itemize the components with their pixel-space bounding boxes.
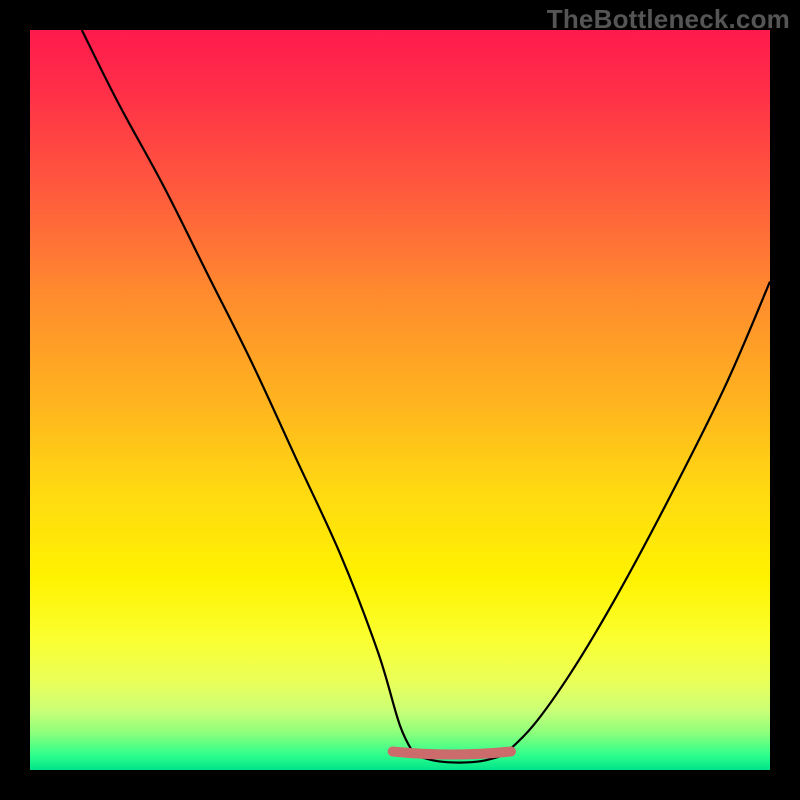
watermark-text: TheBottleneck.com (547, 4, 790, 35)
curve-layer (30, 30, 770, 770)
curve-right-branch (504, 282, 770, 756)
curve-left-branch (82, 30, 415, 755)
floor-highlight-segment (393, 752, 511, 755)
plot-area (30, 30, 770, 770)
chart-frame: TheBottleneck.com (0, 0, 800, 800)
